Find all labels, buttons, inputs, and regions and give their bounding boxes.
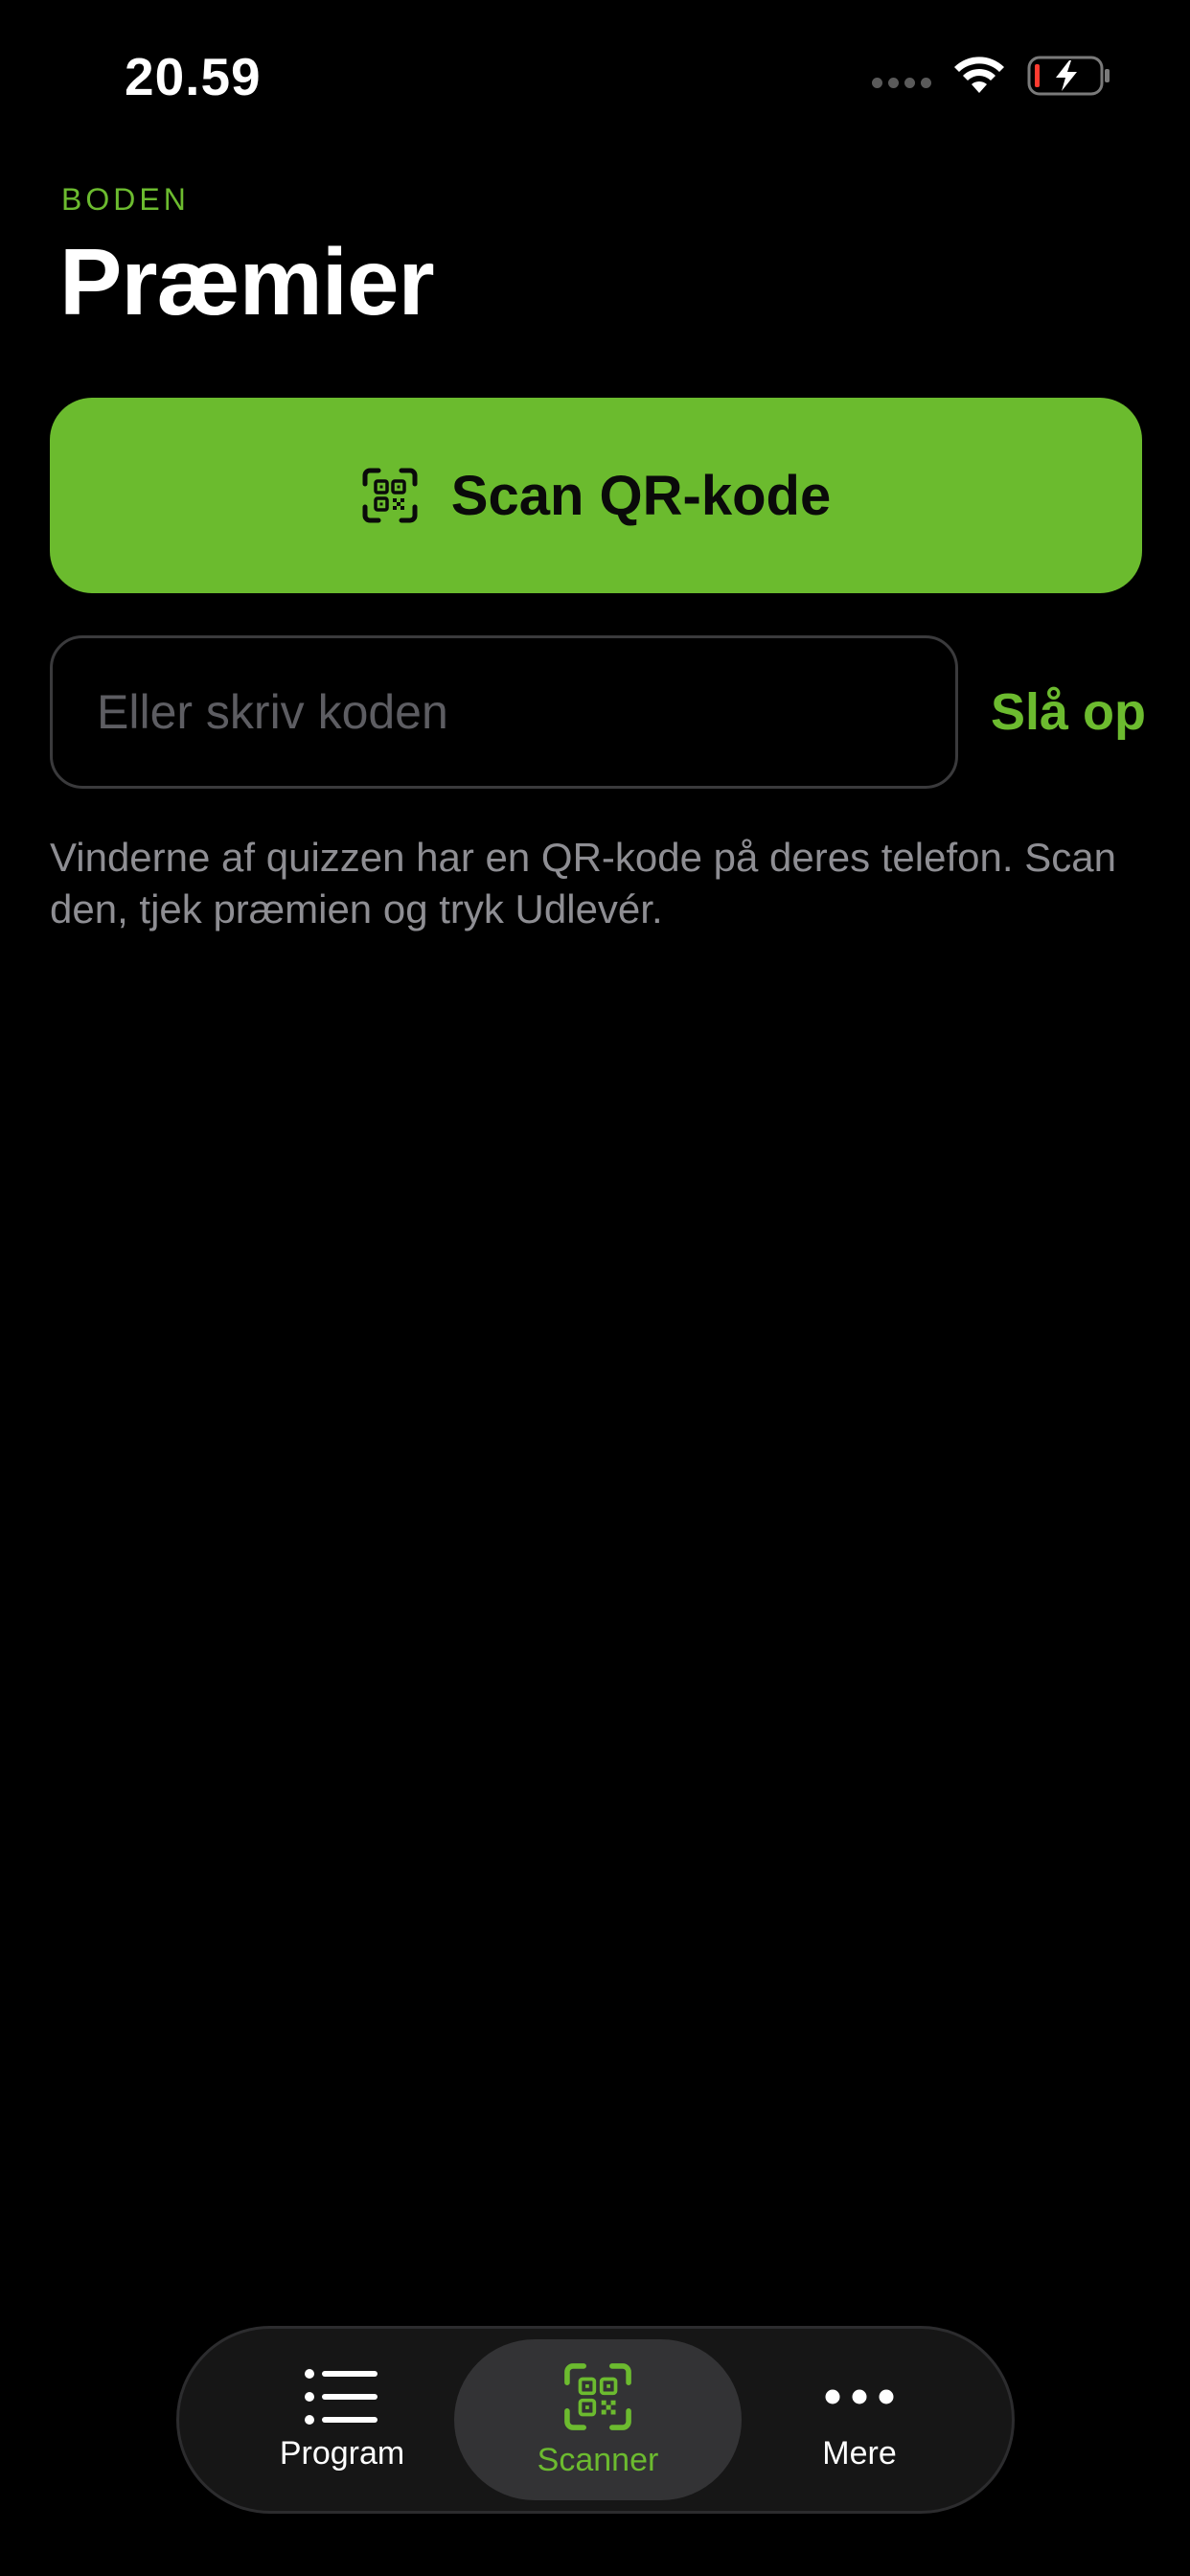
page-title: Præmier (59, 229, 435, 334)
code-input[interactable] (95, 683, 955, 741)
qr-scan-icon (564, 2362, 631, 2430)
tab-scanner-label: Scanner (537, 2441, 659, 2478)
list-icon (305, 2368, 378, 2425)
more-dots-icon (825, 2389, 894, 2404)
tab-scanner[interactable]: Scanner (454, 2339, 742, 2500)
status-icons (872, 56, 1111, 96)
tab-program[interactable]: Program (246, 2329, 438, 2511)
scan-qr-button-label: Scan QR-kode (450, 464, 832, 527)
tab-mere-label: Mere (822, 2434, 897, 2472)
cellular-signal-icon (872, 77, 931, 88)
tab-program-label: Program (279, 2434, 405, 2472)
code-input-container (50, 635, 958, 789)
wifi-icon (954, 57, 1004, 93)
battery-charging-icon (1027, 56, 1110, 96)
scan-qr-button[interactable]: Scan QR-kode (50, 398, 1142, 593)
status-time: 20.59 (125, 47, 262, 106)
help-text: Vinderne af quizzen har en QR-kode på de… (50, 835, 1116, 932)
section-eyebrow: BODEN (61, 182, 190, 217)
lookup-button[interactable]: Slå op (991, 682, 1146, 742)
tab-mere[interactable]: Mere (773, 2329, 946, 2511)
tab-bar: Program Scanner Mere (176, 2326, 1015, 2514)
qr-scan-icon (362, 468, 418, 523)
